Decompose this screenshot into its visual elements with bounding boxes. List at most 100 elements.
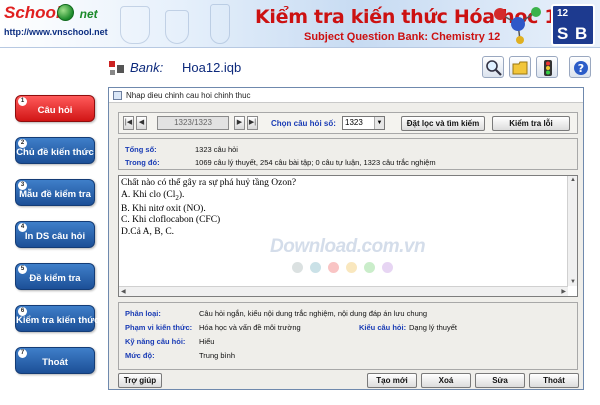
watermark-dot xyxy=(382,262,393,273)
scroll-right-icon: ▶ xyxy=(561,289,566,295)
question-number-value: 1323 xyxy=(345,118,363,127)
sb-logo-s: S xyxy=(557,24,569,43)
sidebar: 1 Câu hỏi 2 Chủ đề kiến thức 3 Mẫu đề ki… xyxy=(0,80,103,405)
sb-logo: 12 S B xyxy=(551,4,595,46)
delete-question-button[interactable]: Xoá xyxy=(421,373,471,388)
question-number-select[interactable]: 1323 ▼ xyxy=(342,116,385,130)
flask-decoration xyxy=(120,6,150,44)
sidebar-item-label: Câu hỏi xyxy=(37,105,73,116)
download-watermark: Download.com.vn xyxy=(270,236,426,257)
kind-label: Kiểu câu hỏi: xyxy=(359,323,407,332)
horizontal-scrollbar[interactable]: ◀ ▶ xyxy=(119,286,568,296)
site-url: http://www.vnschool.net xyxy=(4,27,108,37)
record-navigation: |◀ ◀ 1323/1323 ▶ ▶| Chọn câu hỏi số: 132… xyxy=(118,112,578,134)
type-label: Phân loại: xyxy=(125,309,161,318)
question-text: Chất nào có thể gây ra sự phá huỷ tầng O… xyxy=(121,178,561,238)
sidebar-item-label: Mẫu đề kiểm tra xyxy=(19,189,91,200)
vertical-scrollbar[interactable]: ▲ ▼ xyxy=(567,176,577,286)
svg-text:?: ? xyxy=(578,62,584,75)
app-header: School net http://www.vnschool.net Kiểm t… xyxy=(0,0,600,48)
window-icon xyxy=(113,91,122,100)
dialog-title: Nhap dieu chinh cau hoi chinh thuc xyxy=(126,91,251,100)
logo-net-text: net xyxy=(79,7,98,21)
bank-file-name: Hoa12.iqb xyxy=(182,60,242,75)
question-metadata: Phân loại: Câu hỏi ngắn, kiểu nội dung t… xyxy=(118,302,578,370)
sidebar-item-knowledge-check[interactable]: 6 Kiểm tra kiến thức xyxy=(15,305,100,332)
among-value: 1069 câu lý thuyết, 254 câu bài tập; 0 c… xyxy=(195,158,436,167)
level-label: Mức độ: xyxy=(125,351,155,360)
folder-icon xyxy=(512,61,528,75)
sidebar-item-exit[interactable]: 7 Thoát xyxy=(15,347,95,374)
sidebar-item-print-list[interactable]: 4 In DS câu hỏi xyxy=(15,221,95,248)
scroll-down-icon: ▼ xyxy=(570,279,576,285)
sidebar-item-questions[interactable]: 1 Câu hỏi xyxy=(15,95,95,122)
exit-dialog-button[interactable]: Thoát xyxy=(529,373,579,388)
answer-option-a: A. Khi clo (Cl2). xyxy=(121,190,561,204)
magnifier-icon xyxy=(486,60,502,76)
watermark-dots xyxy=(292,262,412,276)
globe-icon xyxy=(57,4,74,21)
total-label: Tổng số: xyxy=(125,145,157,154)
help-dialog-button[interactable]: Trợ giúp xyxy=(118,373,162,388)
filter-search-button[interactable]: Đặt lọc và tìm kiếm xyxy=(401,116,485,131)
skill-value: Hiểu xyxy=(199,337,215,346)
scroll-left-icon: ◀ xyxy=(121,289,126,295)
flask-decoration xyxy=(165,10,189,44)
new-question-button[interactable]: Tạo mới xyxy=(367,373,417,388)
last-record-button[interactable]: ▶| xyxy=(247,116,258,130)
sb-logo-b: B xyxy=(575,24,588,43)
search-button[interactable] xyxy=(482,56,504,78)
dialog-title-bar: Nhap dieu chinh cau hoi chinh thuc xyxy=(109,88,583,103)
molecule-icon xyxy=(494,7,541,44)
answer-a-suffix: ). xyxy=(178,189,185,200)
vnschool-logo: School net xyxy=(4,3,98,23)
sidebar-item-label: In DS câu hỏi xyxy=(24,231,86,242)
chevron-down-icon: ▼ xyxy=(374,117,384,129)
pick-question-label: Chọn câu hỏi số: xyxy=(271,119,336,128)
app-subtitle: Subject Question Bank: Chemistry 12 xyxy=(304,31,501,43)
total-value: 1323 câu hỏi xyxy=(195,145,238,154)
traffic-light-button[interactable] xyxy=(536,56,558,78)
sidebar-item-label: Thoát xyxy=(42,357,68,368)
open-folder-button[interactable] xyxy=(509,56,531,78)
kind-value: Dạng lý thuyết xyxy=(409,323,457,332)
sidebar-item-label: Đề kiểm tra xyxy=(29,273,81,284)
record-position: 1323/1323 xyxy=(157,116,229,130)
next-record-button[interactable]: ▶ xyxy=(234,116,245,130)
bank-icon xyxy=(109,61,124,75)
question-stem: Chất nào có thể gây ra sự phá huỷ tầng O… xyxy=(121,178,297,188)
first-record-button[interactable]: |◀ xyxy=(123,116,134,130)
skill-label: Kỹ năng câu hỏi: xyxy=(125,337,186,346)
edit-question-button[interactable]: Sửa xyxy=(475,373,525,388)
answer-option-b: B. Khi nitơ oxit (NO). xyxy=(121,203,206,214)
scope-value: Hóa học và vấn đề môi trường xyxy=(199,323,301,332)
bank-label: Bank: xyxy=(130,60,164,75)
watermark-dot xyxy=(346,262,357,273)
level-value: Trung bình xyxy=(199,351,235,360)
type-value: Câu hỏi ngắn, kiểu nội dung trắc nghiệm,… xyxy=(199,309,428,318)
sb-logo-number: 12 xyxy=(557,8,569,19)
answer-option-c: C. Khi cloflocabon (CFC) xyxy=(121,215,221,226)
help-icon: ? xyxy=(574,61,588,75)
watermark-dot xyxy=(364,262,375,273)
question-stats: Tổng số: 1323 câu hỏi Trong đó: 1069 câu… xyxy=(118,138,578,170)
answer-a-prefix: A. Khi clo (Cl xyxy=(121,189,176,200)
among-label: Trong đó: xyxy=(125,158,160,167)
flask-decoration xyxy=(210,4,230,44)
check-errors-button[interactable]: Kiểm tra lỗi xyxy=(492,116,570,131)
help-button[interactable]: ? xyxy=(569,56,591,78)
bank-bar: Bank: Hoa12.iqb ? xyxy=(104,55,600,81)
prev-record-button[interactable]: ◀ xyxy=(136,116,147,130)
sidebar-item-label: Kiểm tra kiến thức xyxy=(16,315,100,326)
sidebar-item-topics[interactable]: 2 Chủ đề kiến thức xyxy=(15,137,95,164)
watermark-dot xyxy=(310,262,321,273)
scope-label: Phạm vi kiến thức: xyxy=(125,323,193,332)
logo-school-text: School xyxy=(4,3,61,22)
traffic-light-icon xyxy=(544,60,552,76)
scroll-up-icon: ▲ xyxy=(570,177,576,183)
sidebar-item-label: Chủ đề kiến thức xyxy=(16,147,94,158)
sidebar-item-test-templates[interactable]: 3 Mẫu đề kiểm tra xyxy=(15,179,95,206)
watermark-dot xyxy=(328,262,339,273)
watermark-dot xyxy=(292,262,303,273)
sidebar-item-tests[interactable]: 5 Đề kiểm tra xyxy=(15,263,95,290)
